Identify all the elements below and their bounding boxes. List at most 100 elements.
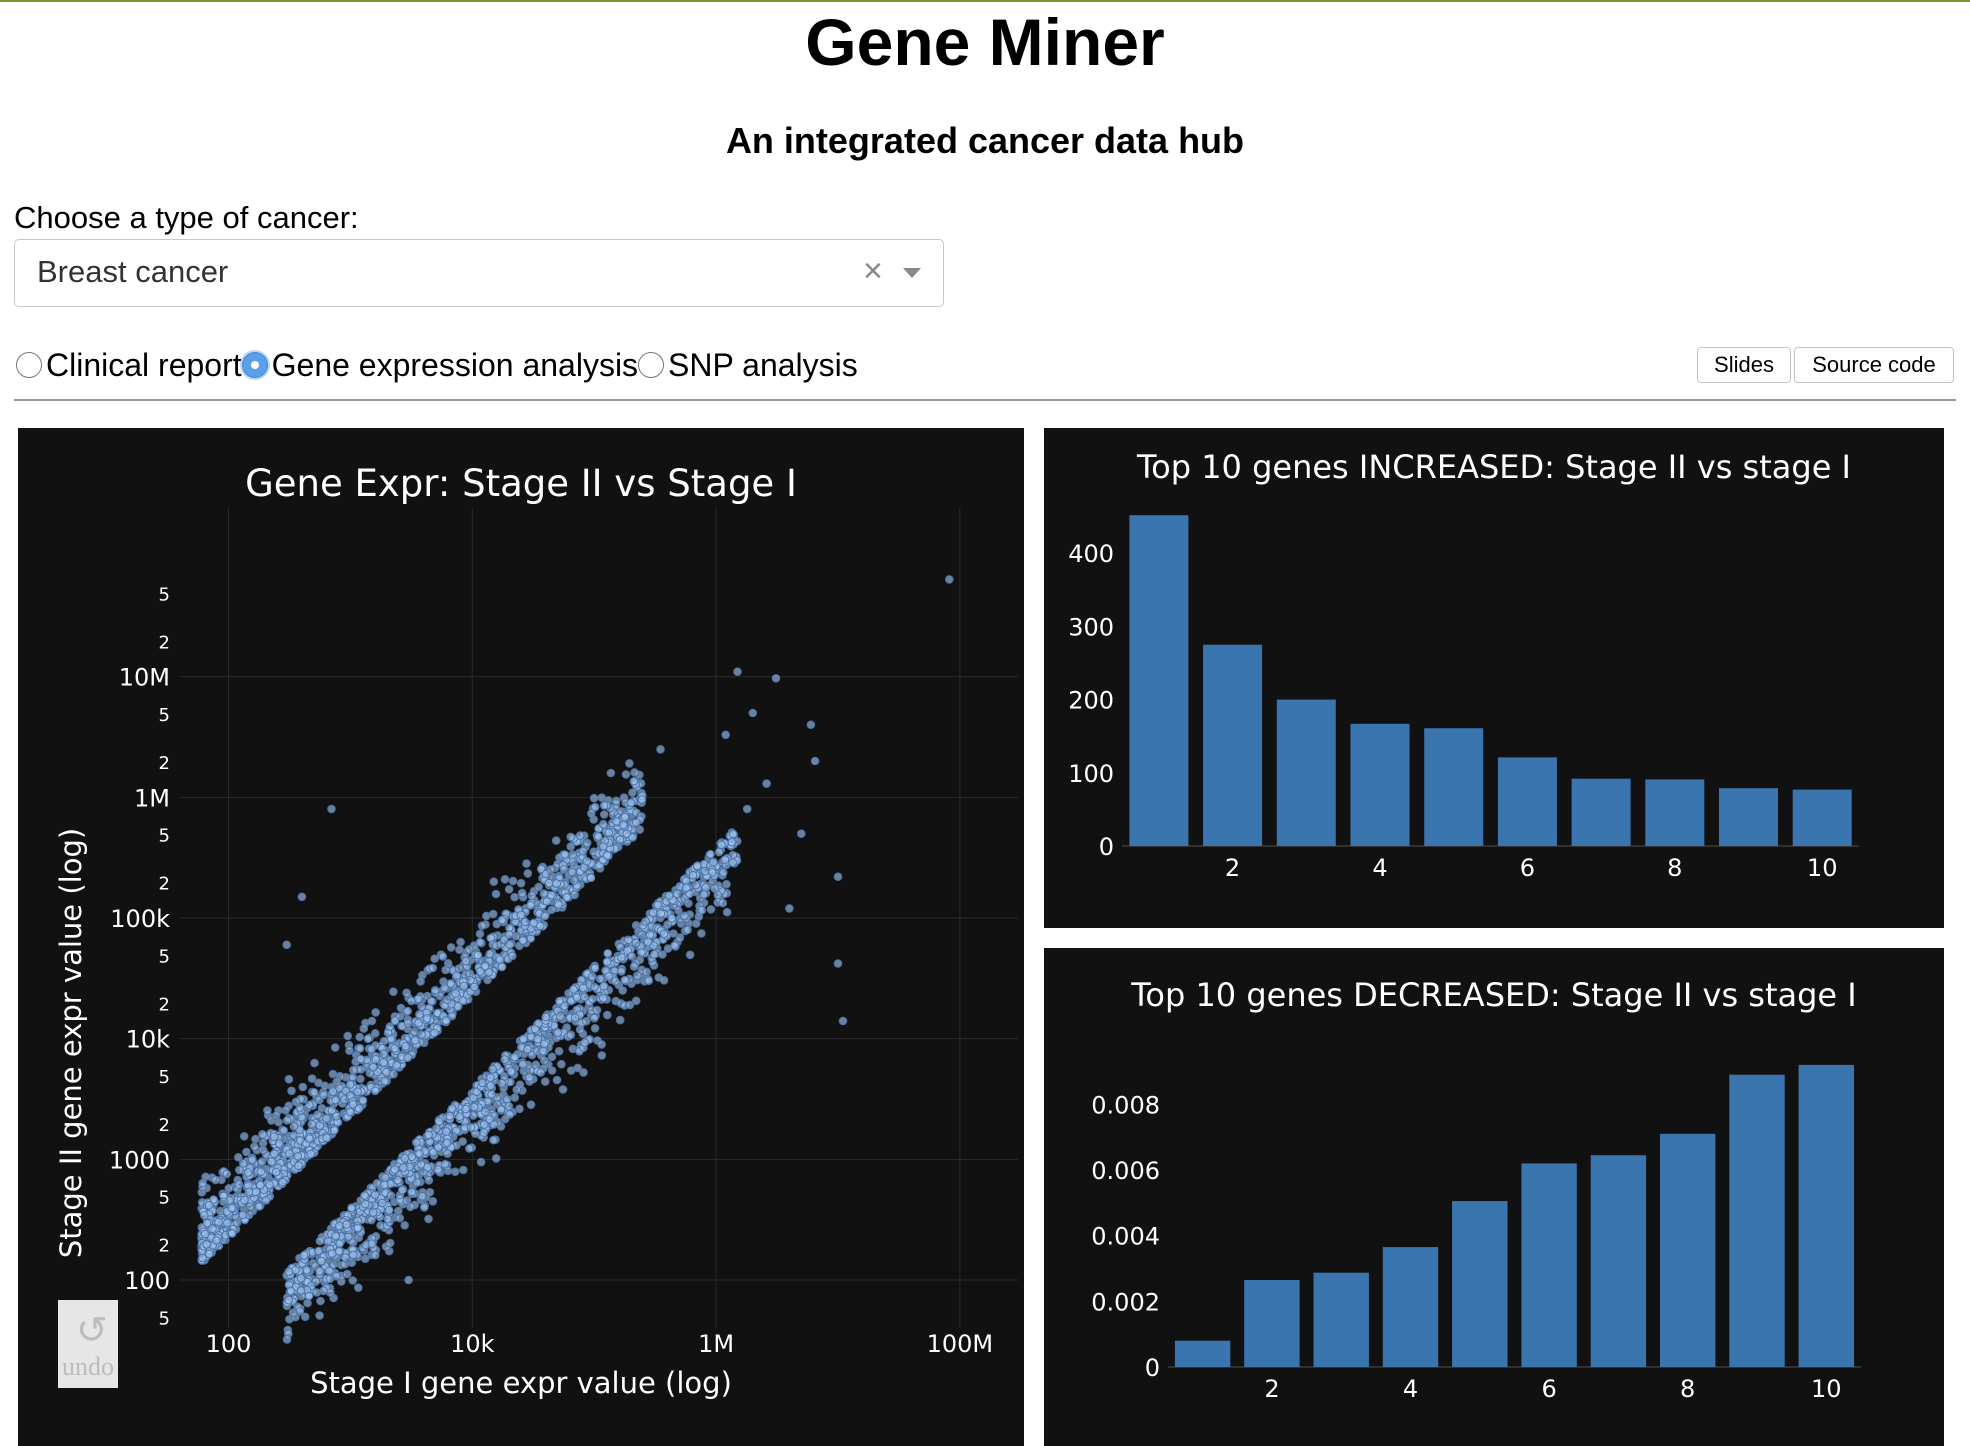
scatter-point-lower	[728, 829, 738, 839]
radio-button-snp-analysis[interactable]	[638, 352, 665, 378]
bar[interactable]	[1129, 515, 1189, 846]
scatter-point-lower	[488, 1065, 497, 1074]
scatter-point-upper	[403, 1006, 413, 1016]
scatter-point-upper	[604, 828, 614, 837]
slides-button[interactable]: Slides	[1697, 347, 1791, 383]
scatter-point-upper	[570, 890, 580, 900]
scatter-point-upper	[343, 1031, 353, 1041]
undo-button[interactable]: ↺ undo	[58, 1300, 118, 1388]
scatter-point-lower	[631, 938, 641, 948]
bar[interactable]	[1729, 1074, 1785, 1367]
scatter-y-minor-tick-label: 5	[159, 946, 170, 967]
scatter-point-upper	[293, 1152, 303, 1161]
scatter-point-lower	[525, 1073, 534, 1082]
scatter-y-minor-tick-label: 2	[159, 994, 170, 1015]
scatter-point-upper	[562, 893, 572, 902]
bar[interactable]	[1645, 779, 1705, 846]
scatter-point-upper	[568, 850, 577, 859]
scatter-point-lower	[554, 1046, 564, 1056]
bar[interactable]	[1798, 1064, 1854, 1367]
clear-icon[interactable]: ×	[863, 252, 883, 291]
scatter-point-lower	[398, 1185, 407, 1195]
scatter-point-lower	[478, 1078, 487, 1088]
scatter-point-outlier	[367, 1016, 377, 1026]
scatter-point-lower	[433, 1165, 443, 1174]
scatter-point-upper	[508, 876, 518, 886]
scatter-point-upper	[453, 1002, 463, 1011]
scatter-point-upper	[559, 865, 569, 874]
scatter-point-upper	[385, 1022, 395, 1031]
scatter-point-upper	[401, 1042, 410, 1051]
scatter-point-upper	[606, 768, 616, 778]
scatter-point-lower	[296, 1274, 306, 1283]
scatter-point-lower	[717, 840, 726, 850]
scatter-point-lower	[315, 1236, 325, 1246]
bar[interactable]	[1244, 1280, 1300, 1367]
decreased-bar-chart[interactable]: Top 10 genes DECREASED: Stage II vs stag…	[1044, 948, 1944, 1446]
scatter-point-outlier	[367, 1239, 377, 1249]
scatter-point-lower	[296, 1286, 306, 1295]
scatter-point-upper	[371, 1055, 380, 1064]
bar[interactable]	[1313, 1272, 1369, 1367]
scatter-point-lower	[526, 1100, 536, 1110]
scatter-point-upper	[554, 900, 563, 910]
scatter-point-upper	[415, 1010, 424, 1019]
bar[interactable]	[1571, 778, 1631, 846]
scatter-point-lower	[682, 883, 691, 893]
scatter-point-lower	[284, 1295, 294, 1305]
scatter-point-lower	[603, 949, 613, 958]
scatter-point-lower	[491, 1154, 501, 1163]
scatter-point-upper	[594, 832, 603, 841]
scatter-point-lower	[399, 1163, 408, 1172]
scatter-point-upper	[430, 1028, 439, 1038]
scatter-point-lower	[582, 1016, 591, 1026]
decreased-bar-panel: Top 10 genes DECREASED: Stage II vs stag…	[1044, 948, 1944, 1446]
increased-bar-chart[interactable]: Top 10 genes INCREASED: Stage II vs stag…	[1044, 428, 1944, 928]
radio-button-gene-expression-analysis[interactable]	[241, 352, 268, 378]
bar[interactable]	[1660, 1133, 1716, 1367]
scatter-point-upper	[315, 1121, 325, 1131]
scatter-point-upper	[451, 989, 460, 998]
scatter-point-upper	[291, 1097, 301, 1107]
scatter-point-upper	[392, 1061, 402, 1070]
bar[interactable]	[1203, 644, 1263, 846]
scatter-point-lower	[360, 1191, 369, 1200]
bar[interactable]	[1174, 1340, 1231, 1367]
radio-gene-expression-analysis[interactable]: Gene expression analysis	[241, 347, 638, 384]
scatter-point-upper	[199, 1211, 209, 1220]
scatter-point-upper	[298, 1082, 308, 1092]
chevron-down-icon[interactable]	[903, 268, 921, 278]
scatter-point-upper	[485, 949, 495, 959]
cancer-type-dropdown[interactable]: Breast cancer ×	[14, 239, 944, 307]
radio-clinical-report[interactable]: Clinical report	[16, 347, 242, 384]
radio-button-clinical-report[interactable]	[16, 352, 42, 378]
bar[interactable]	[1590, 1155, 1647, 1367]
scatter-point-lower	[590, 1013, 599, 1023]
bar[interactable]	[1382, 1247, 1439, 1367]
bar-x-tick-label: 10	[1811, 1375, 1842, 1403]
scatter-point-lower	[476, 1157, 486, 1167]
scatter-point-upper	[239, 1132, 249, 1141]
scatter-y-minor-tick-label: 2	[159, 874, 170, 895]
scatter-point-upper	[251, 1187, 261, 1197]
bar[interactable]	[1452, 1201, 1508, 1367]
scatter-point-lower	[323, 1237, 333, 1246]
bar[interactable]	[1424, 728, 1484, 846]
bar[interactable]	[1497, 757, 1557, 846]
radio-snp-analysis[interactable]: SNP analysis	[638, 347, 858, 384]
bar[interactable]	[1792, 789, 1852, 846]
bar[interactable]	[1276, 699, 1336, 846]
bar[interactable]	[1521, 1163, 1577, 1367]
scatter-chart[interactable]: 100 10k 1M 100M 100 1000 10k 100k 1M 10M 5 2 5 2 5 2 5 2 5…	[18, 428, 1024, 1446]
scatter-point-lower	[706, 849, 715, 859]
bar-y-tick-label: 0	[1099, 833, 1114, 861]
bar[interactable]	[1719, 788, 1778, 846]
scatter-point-outlier	[327, 804, 336, 814]
scatter-point-upper	[380, 1076, 390, 1086]
bar[interactable]	[1350, 723, 1410, 846]
scatter-point-upper	[566, 842, 576, 851]
scatter-point-upper	[356, 1074, 365, 1084]
scatter-point-upper	[307, 1119, 317, 1129]
source-code-button[interactable]: Source code	[1794, 347, 1954, 383]
scatter-point-lower	[557, 1059, 566, 1069]
